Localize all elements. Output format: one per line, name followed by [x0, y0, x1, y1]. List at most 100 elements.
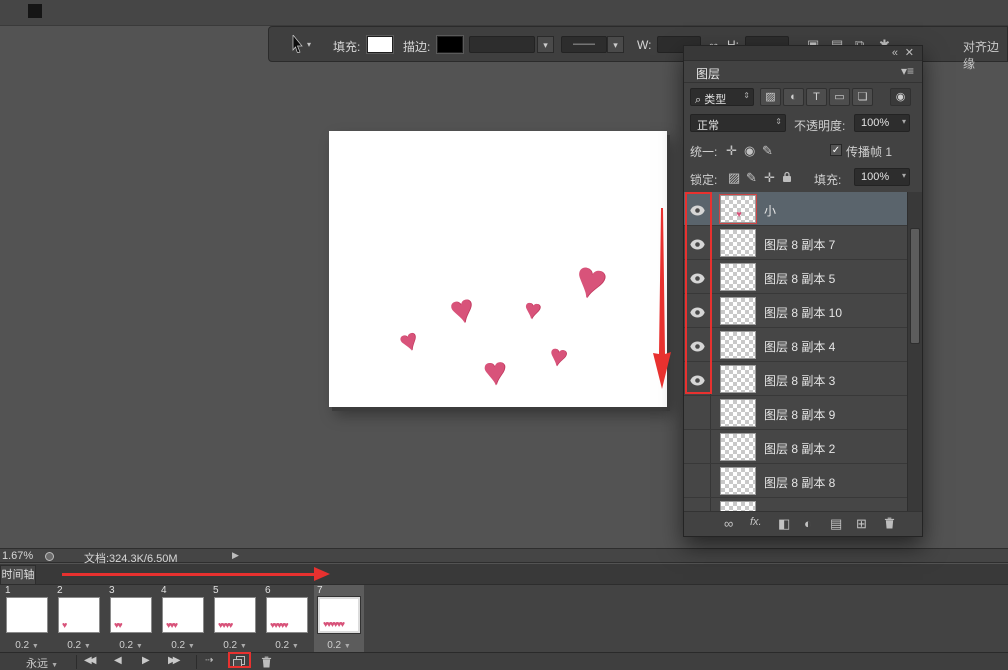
frame-delay-select[interactable]: 0.2 ▼ [262, 640, 312, 651]
frame-thumbnail[interactable]: ♥♥ [110, 597, 152, 633]
layer-thumbnail[interactable] [720, 263, 756, 291]
animation-frame[interactable]: 2 ♥ 0.2 ▼ [54, 585, 104, 653]
filter-type-text-icon[interactable]: T [806, 88, 827, 106]
frame-thumbnail[interactable]: ♥♥♥♥♥ [266, 597, 308, 633]
first-frame-button[interactable]: ◀◀ [84, 655, 93, 666]
tween-frames-icon[interactable]: ⇢ [205, 655, 213, 666]
delete-frame-button[interactable] [261, 656, 272, 670]
layer-thumbnail[interactable] [720, 331, 756, 359]
stroke-type-dropdown[interactable]: —— [561, 36, 607, 53]
filter-shape-icon[interactable]: ▭ [829, 88, 850, 106]
layer-row[interactable]: ♥ 小 [684, 192, 907, 226]
adjustment-layer-icon[interactable]: ◐ [804, 516, 812, 531]
filter-type-label: 类型 [704, 94, 726, 106]
layer-thumbnail[interactable] [720, 365, 756, 393]
stroke-color-swatch[interactable] [437, 36, 463, 53]
layer-row[interactable]: 图层 8 副本 7 [684, 226, 907, 260]
blend-mode-select[interactable]: 正常⇕ [690, 114, 786, 132]
link-layers-icon[interactable]: ∞ [724, 516, 733, 531]
layers-scrollbar[interactable] [907, 192, 922, 511]
filter-adjustment-icon[interactable]: ◐ [783, 88, 804, 106]
fill-color-swatch[interactable] [367, 36, 393, 53]
layer-row[interactable]: 图层 8 副本 10 [684, 294, 907, 328]
frame-thumbnail[interactable]: ♥♥♥♥ [214, 597, 256, 633]
next-frame-button[interactable]: ▶▶ [168, 655, 177, 666]
frame-delay-select[interactable]: 0.2 ▼ [158, 640, 208, 651]
frame-delay-select[interactable]: 0.2 ▼ [54, 640, 104, 651]
frame-delay-select[interactable]: 0.2 ▼ [314, 640, 364, 651]
layers-scrollbar-thumb[interactable] [910, 228, 920, 344]
status-circle-icon [45, 552, 54, 561]
lock-pixels-icon[interactable]: ✎ [746, 170, 757, 186]
frame-thumbnail[interactable]: ♥ [58, 597, 100, 633]
filter-smartobject-icon[interactable]: ❏ [852, 88, 873, 106]
opacity-select[interactable]: 100%▾ [854, 114, 910, 132]
delete-layer-icon[interactable] [884, 517, 895, 532]
visibility-toggle[interactable] [684, 430, 711, 463]
layer-row[interactable]: 图层 8 副本 4 [684, 328, 907, 362]
layer-row[interactable]: 图层 8 副本 8 [684, 464, 907, 498]
frame-thumbnail[interactable] [6, 597, 48, 633]
document-canvas[interactable]: ♥ ♥ ♥ ♥ ♥ ♥ [329, 131, 667, 407]
tool-preset-arrow-icon[interactable]: ▾ [307, 40, 311, 49]
zoom-level[interactable]: 1.67% [2, 550, 33, 562]
layer-thumbnail[interactable]: ♥♥♥ [720, 501, 756, 511]
layer-thumbnail[interactable] [720, 297, 756, 325]
fill-select[interactable]: 100%▾ [854, 168, 910, 186]
animation-frame[interactable]: 7 ♥♥♥♥♥♥ 0.2 ▼ [314, 585, 364, 653]
status-flyout-arrow-icon[interactable]: ▶ [232, 550, 239, 561]
frame-delay-select[interactable]: 0.2 ▼ [210, 640, 260, 651]
play-button[interactable]: ▶ [142, 655, 150, 666]
filter-toggle-icon[interactable]: ◉ [890, 88, 911, 106]
stroke-width-field[interactable] [469, 36, 535, 53]
animation-frame[interactable]: 4 ♥♥♥ 0.2 ▼ [158, 585, 208, 653]
new-layer-icon[interactable]: ⊞ [856, 516, 867, 532]
layer-thumbnail[interactable] [720, 467, 756, 495]
previous-frame-button[interactable]: ◀ [114, 655, 122, 666]
visibility-toggle[interactable] [684, 498, 711, 511]
propagate-frame-checkbox[interactable]: ✓ [830, 144, 842, 156]
filter-pixel-icon[interactable]: ▨ [760, 88, 781, 106]
frame-delay-select[interactable]: 0.2 ▼ [106, 640, 156, 651]
collapse-panel-icon[interactable]: « [892, 46, 898, 60]
stroke-type-arrow[interactable]: ▾ [607, 36, 624, 53]
panel-menu-icon[interactable]: ▾≡ [901, 64, 914, 78]
loop-count-select[interactable]: 永远 ▼ [26, 655, 58, 670]
photoshop-window: ▾ 填充: 描边: ▾ —— ▾ W: ∞ H: ▣ ▤ ⧉ ✱ 对齐边缘 ♥ … [0, 0, 1008, 670]
lock-transparency-icon[interactable]: ▨ [728, 170, 740, 186]
frame-thumbnail[interactable]: ♥♥♥♥♥♥ [318, 597, 360, 633]
fill-label: 填充: [814, 171, 841, 188]
animation-frame[interactable]: 3 ♥♥ 0.2 ▼ [106, 585, 156, 653]
frame-thumbnail[interactable]: ♥♥♥ [162, 597, 204, 633]
layer-row-partial[interactable]: ♥♥♥ [684, 498, 907, 511]
layer-thumbnail[interactable]: ♥ [720, 195, 756, 223]
layer-thumbnail[interactable] [720, 433, 756, 461]
visibility-toggle[interactable] [684, 396, 711, 429]
unify-position-icon[interactable]: ✛ [726, 143, 737, 159]
visibility-toggle[interactable] [684, 464, 711, 497]
unify-style-icon[interactable]: ✎ [762, 143, 773, 159]
animation-frame[interactable]: 1 0.2 ▼ [2, 585, 52, 653]
layer-style-fx-icon[interactable]: fx. [750, 516, 762, 528]
layer-row[interactable]: 图层 8 副本 9 [684, 396, 907, 430]
lock-all-icon[interactable] [782, 171, 792, 186]
filter-type-combo[interactable]: ⌕ 类型⇕ [690, 88, 754, 106]
layer-row[interactable]: 图层 8 副本 2 [684, 430, 907, 464]
layer-thumbnail[interactable] [720, 399, 756, 427]
direct-selection-tool-icon[interactable] [291, 35, 304, 53]
layer-row[interactable]: 图层 8 副本 5 [684, 260, 907, 294]
blend-opacity-row: 正常⇕ 不透明度: 100%▾ [684, 114, 922, 134]
timeline-tab[interactable]: 时间轴 [0, 565, 36, 584]
layers-panel-title[interactable]: 图层 [696, 65, 720, 82]
animation-frame[interactable]: 5 ♥♥♥♥ 0.2 ▼ [210, 585, 260, 653]
layer-mask-icon[interactable]: ◧ [778, 516, 790, 532]
lock-position-icon[interactable]: ✛ [764, 170, 775, 186]
stroke-options-dropdown[interactable]: ▾ [537, 36, 554, 53]
frame-delay-select[interactable]: 0.2 ▼ [2, 640, 52, 651]
group-layers-icon[interactable]: ▤ [830, 516, 842, 532]
close-panel-icon[interactable]: ✕ [905, 46, 914, 60]
unify-visibility-icon[interactable]: ◉ [744, 143, 755, 159]
layer-row[interactable]: 图层 8 副本 3 [684, 362, 907, 396]
layer-thumbnail[interactable] [720, 229, 756, 257]
animation-frame[interactable]: 6 ♥♥♥♥♥ 0.2 ▼ [262, 585, 312, 653]
